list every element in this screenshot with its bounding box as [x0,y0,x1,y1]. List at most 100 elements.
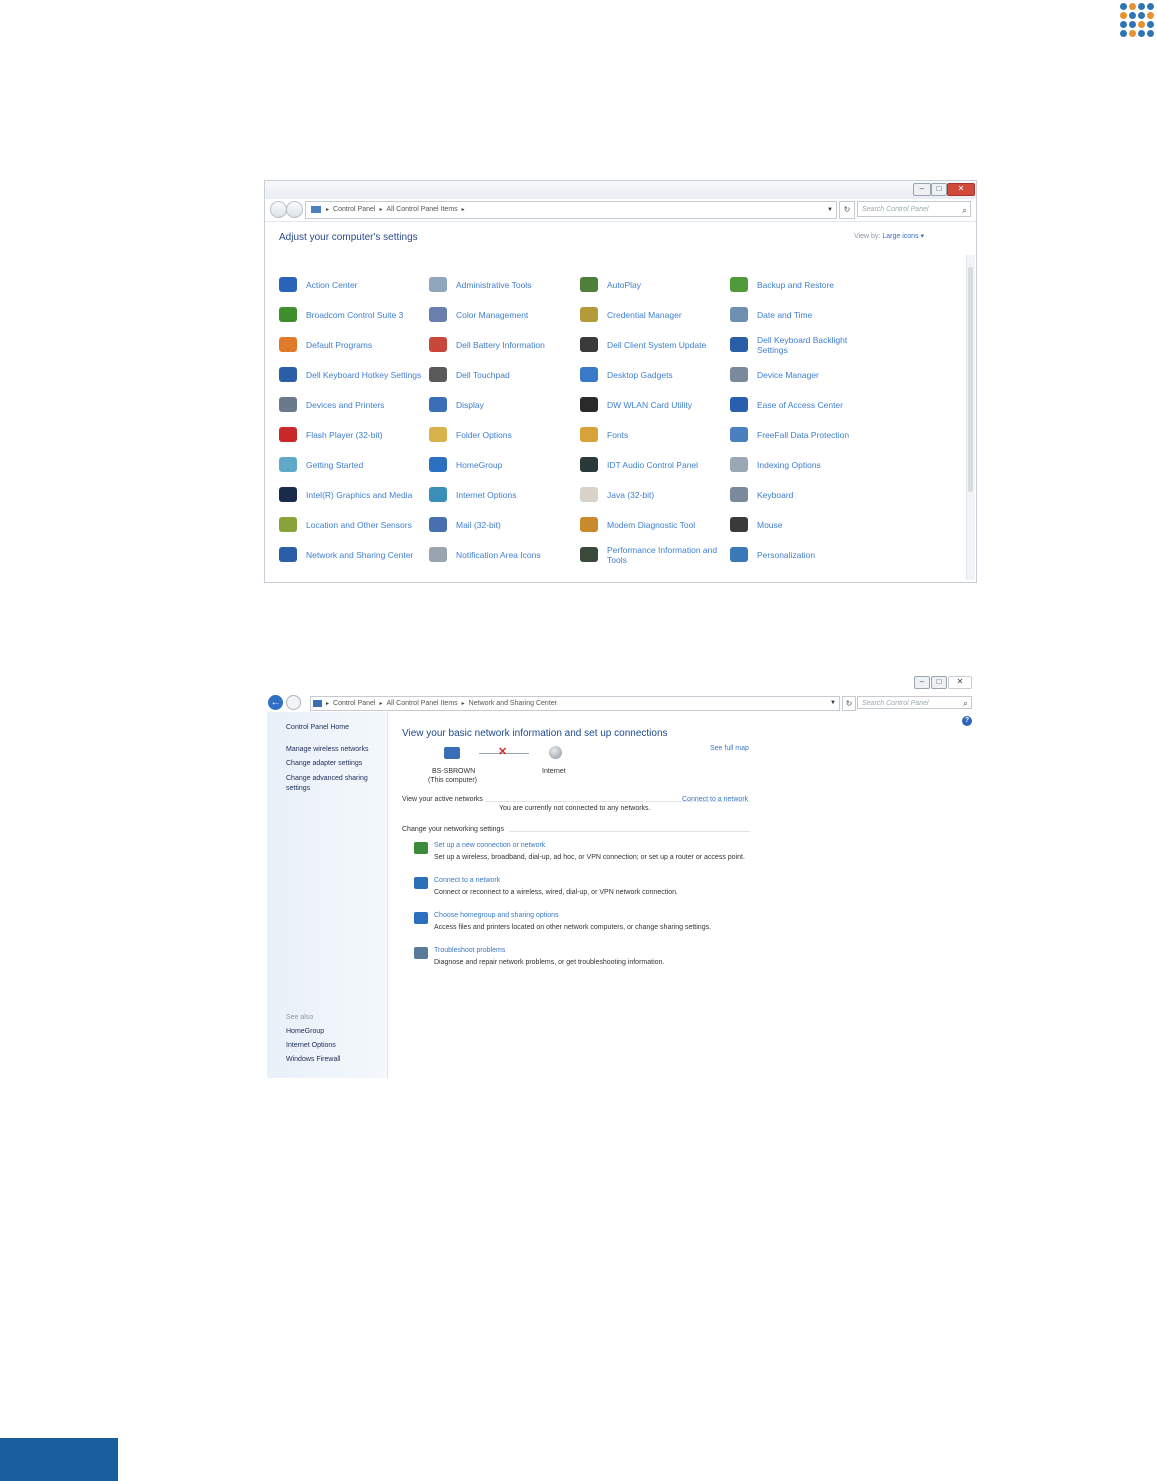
search-input[interactable]: Search Control Panel ⌕ [857,696,972,709]
minimize-button[interactable]: – [914,676,930,689]
control-panel-item[interactable]: Notification Area Icons [429,541,579,569]
network-card-icon [279,307,297,322]
control-panel-item[interactable]: Getting Started [279,451,429,479]
control-panel-item[interactable]: Dell Keyboard Backlight Settings [730,331,880,359]
control-panel-item[interactable]: Dell Battery Information [429,331,579,359]
change-adapter-link[interactable]: Change adapter settings [286,760,362,767]
control-panel-item-label: Getting Started [306,460,364,470]
logo-dot [1129,21,1136,28]
task-link[interactable]: Set up a new connection or network [434,842,545,849]
breadcrumb-all-items[interactable]: All Control Panel Items [384,206,459,213]
control-panel-item[interactable]: Keyboard [730,481,880,509]
control-panel-item[interactable]: Desktop Gadgets [580,361,730,389]
control-panel-item[interactable]: Dell Keyboard Hotkey Settings [279,361,429,389]
internet-options-link[interactable]: Internet Options [286,1042,336,1049]
control-panel-item[interactable]: Intel(R) Graphics and Media [279,481,429,509]
forward-button[interactable] [286,695,301,710]
view-by: View by: Large icons ▾ [854,232,924,240]
control-panel-item[interactable]: HomeGroup [429,451,579,479]
task-link[interactable]: Choose homegroup and sharing options [434,912,559,919]
control-panel-item[interactable]: Network and Sharing Center [279,541,429,569]
close-button[interactable]: ✕ [947,183,975,196]
control-panel-item-label: Broadcom Control Suite 3 [306,310,404,320]
control-panel-item[interactable]: Mail (32-bit) [429,511,579,539]
control-panel-item[interactable]: Dell Touchpad [429,361,579,389]
control-panel-item[interactable]: Modem Diagnostic Tool [580,511,730,539]
control-panel-item[interactable]: Dell Client System Update [580,331,730,359]
control-panel-item[interactable]: Personalization [730,541,880,569]
control-panel-item[interactable]: Broadcom Control Suite 3 [279,301,429,329]
address-dropdown-icon[interactable]: ▼ [830,697,836,710]
page-heading: Adjust your computer's settings [279,232,418,243]
logo-dot [1147,30,1154,37]
control-panel-item[interactable]: Default Programs [279,331,429,359]
refresh-button[interactable]: ↻ [842,696,856,711]
internet-icon [429,487,447,502]
touchpad-icon [429,367,447,382]
control-panel-item[interactable]: Ease of Access Center [730,391,880,419]
control-panel-item[interactable]: Administrative Tools [429,271,579,299]
control-panel-item-label: Mail (32-bit) [456,520,501,530]
control-panel-item[interactable]: Performance Information and Tools [580,541,730,569]
control-panel-item[interactable]: Flash Player (32-bit) [279,421,429,449]
homegroup-link[interactable]: HomeGroup [286,1028,324,1035]
forward-button[interactable] [286,201,303,218]
control-panel-item[interactable]: Indexing Options [730,451,880,479]
control-panel-item[interactable]: AutoPlay [580,271,730,299]
control-panel-item[interactable]: FreeFall Data Protection [730,421,880,449]
back-button[interactable] [270,201,287,218]
breadcrumb-network-sharing[interactable]: Network and Sharing Center [467,700,559,707]
address-dropdown-icon[interactable]: ▼ [827,202,833,218]
breadcrumb-all-items[interactable]: All Control Panel Items [384,700,459,707]
control-panel-item[interactable]: Device Manager [730,361,880,389]
control-panel-item[interactable]: IDT Audio Control Panel [580,451,730,479]
control-panel-item[interactable]: Java (32-bit) [580,481,730,509]
address-bar[interactable]: ▸ Control Panel ▸ All Control Panel Items ▸ N… [310,696,840,711]
refresh-button[interactable]: ↻ [839,201,855,219]
control-panel-item-label: Dell Keyboard Hotkey Settings [306,370,422,380]
breadcrumb-control-panel[interactable]: Control Panel [331,700,377,707]
control-panel-item[interactable]: Devices and Printers [279,391,429,419]
help-icon[interactable]: ? [962,716,972,726]
control-panel-item[interactable]: Credential Manager [580,301,730,329]
control-panel-item[interactable]: Fonts [580,421,730,449]
control-panel-item[interactable]: Folder Options [429,421,579,449]
control-panel-item[interactable]: Internet Options [429,481,579,509]
manage-wireless-link[interactable]: Manage wireless networks [286,746,368,753]
not-connected-message: You are currently not connected to any n… [499,805,651,812]
scrollbar-thumb[interactable] [968,267,973,492]
task-link[interactable]: Troubleshoot problems [434,947,505,954]
change-advanced-sharing-link[interactable]: Change advanced sharing settings [286,774,378,794]
maximize-button[interactable]: □ [931,676,947,689]
freefall-icon [730,427,748,442]
see-full-map-link[interactable]: See full map [710,745,749,752]
scrollbar[interactable] [966,255,975,580]
task-link[interactable]: Connect to a network [434,877,500,884]
internet-label: Internet [542,768,566,775]
control-panel-item[interactable]: Date and Time [730,301,880,329]
control-panel-item[interactable]: DW WLAN Card Utility [580,391,730,419]
control-panel-item[interactable]: Mouse [730,511,880,539]
control-panel-item-label: Credential Manager [607,310,682,320]
control-panel-item[interactable]: Action Center [279,271,429,299]
back-button[interactable]: ← [268,695,283,710]
maximize-button[interactable]: □ [931,183,947,196]
control-panel-item[interactable]: Display [429,391,579,419]
control-panel-item-label: Fonts [607,430,629,440]
windows-firewall-link[interactable]: Windows Firewall [286,1056,340,1063]
sensors-icon [279,517,297,532]
view-by-dropdown[interactable]: Large icons ▾ [882,233,924,240]
logo-dot [1138,30,1145,37]
display-icon [429,397,447,412]
control-panel-item[interactable]: Backup and Restore [730,271,880,299]
breadcrumb-control-panel[interactable]: Control Panel [331,206,377,213]
control-panel-home-link[interactable]: Control Panel Home [286,724,349,731]
address-bar[interactable]: ▸ Control Panel ▸ All Control Panel Items ▸ … [305,201,837,219]
gadgets-icon [580,367,598,382]
control-panel-item[interactable]: Color Management [429,301,579,329]
connect-to-network-link[interactable]: Connect to a network [682,796,748,803]
minimize-button[interactable]: – [913,183,931,196]
search-input[interactable]: Search Control Panel ⌕ [857,201,971,217]
control-panel-item[interactable]: Location and Other Sensors [279,511,429,539]
close-button[interactable]: ✕ [948,676,972,689]
